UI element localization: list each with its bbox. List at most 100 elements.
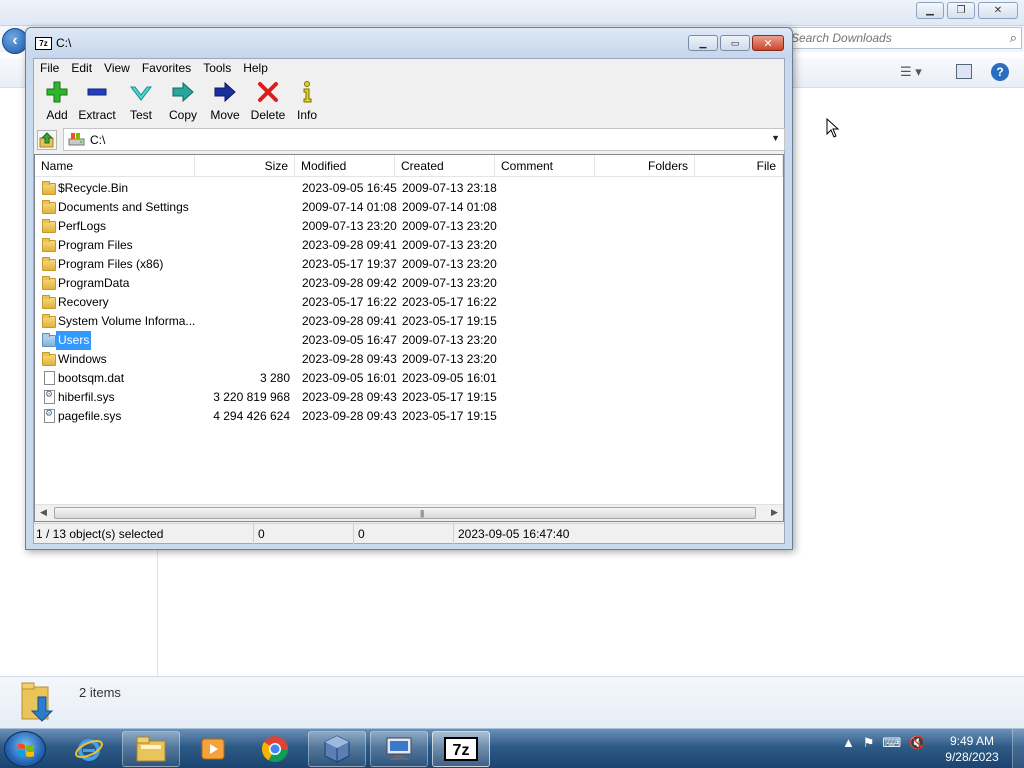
file-list[interactable]: Name Size Modified Created Comment Folde… — [34, 154, 784, 522]
copy-button[interactable]: Copy — [160, 80, 206, 124]
up-folder-button[interactable] — [37, 130, 57, 150]
extract-button[interactable]: Extract — [74, 80, 120, 124]
icon-glyph — [44, 371, 55, 385]
address-dropdown-arrow-icon[interactable]: ▼ — [771, 133, 780, 143]
menu-help[interactable]: Help — [237, 59, 268, 77]
explorer-search-box[interactable]: ⌕ — [786, 27, 1022, 49]
show-desktop-button[interactable] — [1012, 729, 1024, 768]
folder-icon — [42, 219, 56, 234]
media-player-icon — [201, 738, 225, 760]
file-modified: 2023-09-05 16:45 — [302, 181, 397, 195]
folder-explorer-icon — [136, 736, 166, 762]
file-list-row[interactable]: Windows 2023-09-28 09:43 2009-07-13 23:20 — [35, 350, 783, 369]
search-input[interactable] — [791, 30, 997, 46]
sevenzip-close-button[interactable]: ✕ — [752, 35, 784, 51]
test-button[interactable]: Test — [118, 80, 164, 124]
column-header-files[interactable]: File — [695, 155, 783, 177]
search-icon[interactable]: ⌕ — [1010, 30, 1017, 46]
remote-desktop-icon — [386, 737, 412, 760]
sevenzip-icon: 7z — [444, 737, 478, 761]
file-name: pagefile.sys — [58, 409, 122, 423]
file-list-row[interactable]: PerfLogs 2009-07-13 23:20 2009-07-13 23:20 — [35, 217, 783, 236]
sevenzip-client-area: File Edit View Favorites Tools Help Add … — [33, 58, 785, 544]
column-header-folders[interactable]: Folders — [595, 155, 695, 177]
column-header-size[interactable]: Size — [195, 155, 295, 177]
file-list-row[interactable]: System Volume Informa... 2023-09-28 09:41… — [35, 312, 783, 331]
start-button[interactable] — [4, 731, 46, 767]
menu-tools[interactable]: Tools — [197, 59, 231, 77]
sevenzip-window-controls: ▁ ▭ ✕ — [688, 35, 784, 51]
explorer-minimize-button[interactable]: ▁ — [916, 2, 944, 19]
file-list-row[interactable]: hiberfil.sys 3 220 819 968 2023-09-28 09:4… — [35, 388, 783, 407]
view-options-icon[interactable]: ☰ ▾ — [900, 64, 922, 80]
taskbar-chrome[interactable] — [246, 731, 304, 767]
virtualbox-icon — [324, 735, 350, 763]
folder-icon — [42, 276, 56, 291]
preview-pane-icon[interactable] — [956, 64, 972, 79]
network-icon[interactable]: ⌨ — [883, 735, 902, 751]
info-button[interactable]: Info — [284, 80, 330, 124]
menu-favorites[interactable]: Favorites — [136, 59, 191, 77]
horizontal-scrollbar[interactable]: ◀ ||| ▶ — [35, 504, 783, 521]
sevenzip-titlebar[interactable]: 7z C:\ ▁ ▭ ✕ — [26, 28, 792, 58]
move-label: Move — [210, 108, 240, 122]
move-button[interactable]: Move — [202, 80, 248, 124]
menu-edit[interactable]: Edit — [65, 59, 92, 77]
explorer-close-button[interactable]: ✕ — [978, 2, 1018, 19]
test-label: Test — [129, 108, 152, 122]
file-size: 3 220 819 968 — [213, 390, 290, 404]
file-list-row[interactable]: Recovery 2023-05-17 16:22 2023-05-17 16:22 — [35, 293, 783, 312]
scroll-right-arrow-icon[interactable]: ▶ — [771, 507, 778, 518]
column-header-created[interactable]: Created — [395, 155, 495, 177]
file-name: Windows — [58, 352, 107, 366]
file-modified: 2023-09-28 09:43 — [302, 409, 397, 423]
file-size — [195, 331, 290, 350]
column-header-name[interactable]: Name — [35, 155, 195, 177]
copy-label: Copy — [168, 108, 197, 122]
file-list-row[interactable]: Program Files (x86) 2023-05-17 19:37 2009-… — [35, 255, 783, 274]
volume-muted-icon[interactable]: 🔇 — [909, 735, 925, 751]
icon-glyph — [42, 333, 56, 347]
taskbar-internet-explorer[interactable] — [60, 731, 118, 767]
scroll-left-arrow-icon[interactable]: ◀ — [40, 507, 47, 518]
help-icon[interactable]: ? — [991, 63, 1009, 81]
menu-file[interactable]: File — [34, 59, 59, 77]
taskbar-windows-explorer[interactable] — [122, 731, 180, 767]
file-list-row[interactable]: ProgramData 2023-09-28 09:42 2009-07-13 23… — [35, 274, 783, 293]
icon-glyph — [44, 408, 55, 423]
minus-icon — [87, 88, 107, 96]
file-name: Recovery — [58, 295, 109, 309]
icon-glyph — [42, 219, 56, 233]
file-list-row[interactable]: Program Files 2023-09-28 09:41 2009-07-13 … — [35, 236, 783, 255]
sevenzip-maximize-button[interactable]: ▭ — [720, 35, 750, 51]
file-list-row[interactable]: pagefile.sys 4 294 426 624 2023-09-28 09:4… — [35, 407, 783, 426]
menu-view[interactable]: View — [98, 59, 130, 77]
scrollbar-thumb[interactable]: ||| — [54, 507, 756, 519]
file-created: 2023-05-17 19:15 — [402, 409, 497, 423]
icon-glyph — [42, 314, 56, 328]
file-list-row[interactable]: $Recycle.Bin 2023-09-05 16:45 2009-07-13 2… — [35, 179, 783, 198]
taskbar-7zip[interactable]: 7z — [432, 731, 490, 767]
internet-explorer-icon — [75, 739, 103, 761]
taskbar-remote-desktop[interactable] — [370, 731, 428, 767]
taskbar-media-player[interactable] — [184, 731, 242, 767]
status-selection: 1 / 13 object(s) selected — [34, 524, 254, 544]
clock[interactable]: 9:49 AM 9/28/2023 — [936, 733, 1008, 765]
file-size — [195, 312, 290, 331]
file-modified: 2023-09-28 09:43 — [302, 390, 397, 404]
delete-x-icon — [258, 82, 278, 102]
column-header-modified[interactable]: Modified — [295, 155, 395, 177]
folder-icon — [42, 257, 56, 272]
sevenzip-minimize-button[interactable]: ▁ — [688, 35, 718, 51]
action-center-flag-icon[interactable]: ⚑ — [863, 735, 875, 751]
show-hidden-icons-icon[interactable]: ▲ — [842, 735, 855, 751]
windows-logo-icon — [18, 743, 34, 757]
file-list-row[interactable]: Documents and Settings 2009-07-14 01:08 20… — [35, 198, 783, 217]
taskbar-virtualbox[interactable] — [308, 731, 366, 767]
mouse-cursor-icon — [826, 118, 840, 138]
column-header-comment[interactable]: Comment — [495, 155, 595, 177]
file-list-row[interactable]: Users 2023-09-05 16:47 2009-07-13 23:20 — [35, 331, 783, 350]
explorer-maximize-button[interactable]: ❐ — [947, 2, 975, 19]
address-combobox[interactable]: C:\ ▼ — [63, 128, 785, 151]
file-list-row[interactable]: bootsqm.dat 3 280 2023-09-05 16:01 2023-09-… — [35, 369, 783, 388]
